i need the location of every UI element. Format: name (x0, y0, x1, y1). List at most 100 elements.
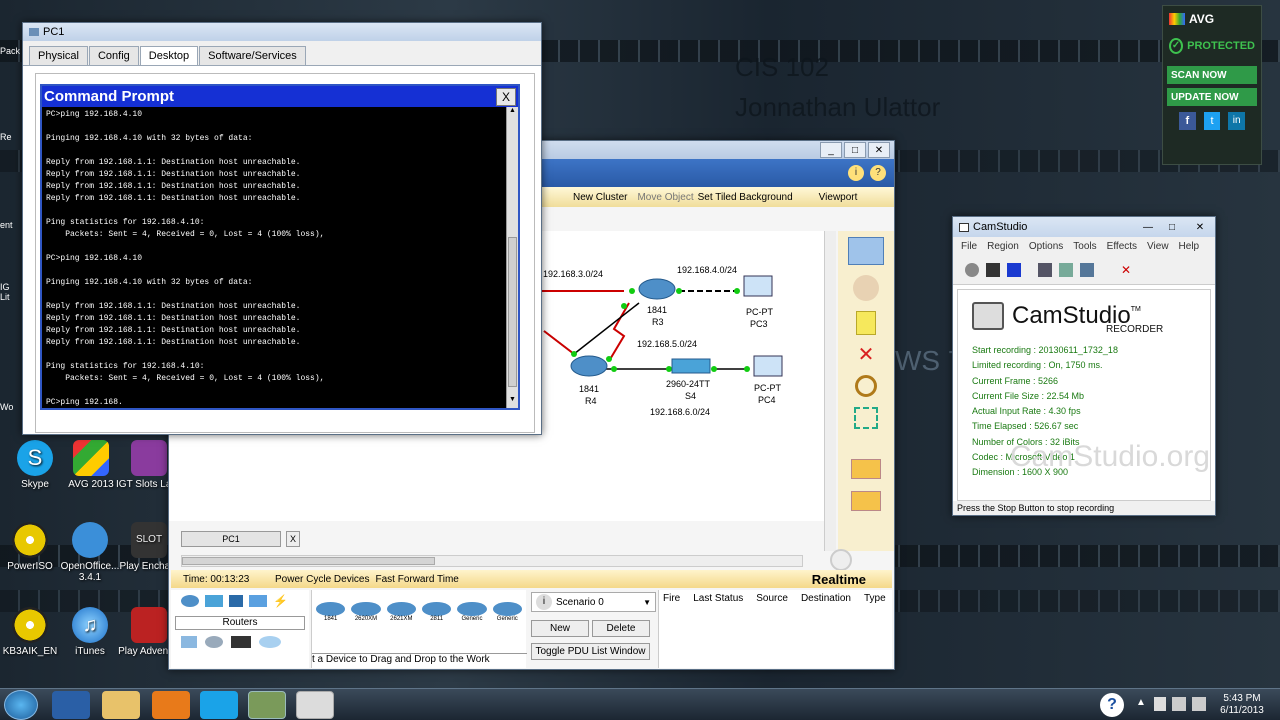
custom-icon[interactable] (231, 636, 251, 648)
device-name-label: R3 (652, 317, 664, 327)
cloud-icon[interactable] (259, 636, 281, 648)
packet-tracer-taskbar-icon[interactable] (248, 691, 286, 719)
scroll-thumb[interactable] (182, 557, 435, 565)
stop-icon[interactable] (1007, 262, 1021, 277)
maximize-button[interactable]: □ (1161, 220, 1183, 234)
close-button[interactable]: ✕ (1185, 220, 1215, 234)
port-light (676, 288, 682, 294)
tab-software-services[interactable]: Software/Services (199, 46, 306, 65)
tab-physical[interactable]: Physical (29, 46, 88, 65)
router-model-1841[interactable]: 1841 (316, 602, 346, 622)
start-button[interactable] (4, 690, 38, 720)
add-simple-pdu-icon[interactable] (851, 459, 881, 479)
scan-now-button[interactable]: SCAN NOW (1167, 66, 1257, 84)
close-button[interactable]: ✕ (868, 142, 890, 158)
fast-forward-button[interactable]: Fast Forward Time (375, 574, 458, 585)
volume-icon[interactable] (1192, 697, 1206, 711)
scroll-down-icon[interactable]: ▼ (507, 396, 518, 408)
tab-desktop[interactable]: Desktop (139, 46, 199, 65)
router-category-icon[interactable] (181, 595, 199, 607)
menu-options[interactable]: Options (1029, 241, 1063, 252)
cmd-scrollbar[interactable]: ▲ ▼ (506, 107, 518, 408)
swf-icon[interactable] (1080, 262, 1094, 277)
new-scenario-button[interactable]: New (531, 620, 589, 637)
device-models-panel: 1841 2620XM 2621XM 2811 Generic Generic … (311, 590, 527, 668)
power-cycle-button[interactable]: Power Cycle Devices (275, 574, 369, 585)
info-icon[interactable]: i (848, 165, 864, 181)
camstudio-taskbar-icon[interactable] (296, 691, 334, 719)
ie-icon[interactable] (52, 691, 90, 719)
task-tab-close[interactable]: X (286, 531, 301, 547)
minimize-button[interactable]: _ (820, 142, 842, 158)
skype-taskbar-icon[interactable] (200, 691, 238, 719)
pause-icon[interactable] (986, 262, 1000, 277)
update-now-button[interactable]: UPDATE NOW (1167, 88, 1257, 106)
realtime-label[interactable]: Realtime (812, 572, 866, 587)
options-icon[interactable] (1059, 262, 1073, 277)
scroll-thumb[interactable] (508, 237, 517, 387)
connections-category-icon[interactable]: ⚡ (273, 595, 291, 607)
select-tool-icon[interactable] (848, 237, 884, 265)
viewport-button[interactable]: Viewport (819, 192, 858, 203)
cmd-line: Reply from 192.168.1.1: Destination host… (46, 182, 301, 191)
linkedin-icon[interactable]: in (1228, 112, 1246, 130)
router-model-2811[interactable]: 2811 (421, 602, 452, 622)
menu-help[interactable]: Help (1179, 241, 1200, 252)
router-model-2620xm[interactable]: 2620XM (351, 602, 381, 622)
record-icon[interactable] (965, 262, 979, 277)
realtime-clock-icon[interactable] (830, 549, 852, 571)
delete-scenario-button[interactable]: Delete (592, 620, 650, 637)
network-icon[interactable] (1172, 697, 1186, 711)
cmd-close-button[interactable]: X (496, 87, 516, 106)
task-tab-pc1[interactable]: PC1 (181, 531, 281, 547)
delete-tool-icon[interactable]: ✕ (856, 345, 876, 365)
router-model-generic[interactable]: Generic (492, 602, 522, 622)
hub-category-icon[interactable] (229, 595, 243, 607)
menu-file[interactable]: File (961, 241, 977, 252)
cmd-line (46, 265, 504, 277)
cmd-line (46, 241, 504, 253)
scenario-select[interactable]: i Scenario 0 ▼ (531, 592, 656, 612)
menu-region[interactable]: Region (987, 241, 1019, 252)
clock-time: 5:43 PM (1223, 693, 1261, 704)
scroll-up-icon[interactable]: ▲ (507, 107, 518, 119)
tab-config[interactable]: Config (88, 46, 139, 65)
workspace-hscroll[interactable] (181, 555, 803, 567)
maximize-button[interactable]: □ (844, 142, 866, 158)
toggle-pdu-button[interactable]: Toggle PDU List Window (531, 643, 650, 660)
help-icon[interactable]: ? (1100, 693, 1124, 717)
workspace-vscroll[interactable] (824, 231, 836, 551)
add-complex-pdu-icon[interactable] (851, 491, 881, 511)
clock[interactable]: 5:43 PM 6/11/2013 (1212, 693, 1272, 717)
new-cluster-button[interactable]: New Cluster (573, 192, 627, 203)
minimize-button[interactable]: — (1137, 220, 1159, 234)
explorer-icon[interactable] (102, 691, 140, 719)
desktop-edge-label: ent (0, 220, 13, 230)
note-tool-icon[interactable] (856, 311, 876, 335)
set-tiled-background-button[interactable]: Set Tiled Background (698, 192, 793, 203)
cmd-output[interactable]: PC>ping 192.168.4.10 Pinging 192.168.4.1… (42, 107, 508, 408)
menu-tools[interactable]: Tools (1073, 241, 1096, 252)
twitter-icon[interactable]: t (1203, 112, 1221, 130)
tray-expand-icon[interactable]: ▲ (1136, 697, 1146, 708)
media-player-icon[interactable] (152, 691, 190, 719)
wan-icon[interactable] (205, 636, 223, 648)
help-icon[interactable]: ? (870, 165, 886, 181)
switch-category-icon[interactable] (205, 595, 223, 607)
resize-tool-icon[interactable] (854, 407, 878, 429)
inspect-tool-icon[interactable] (855, 375, 877, 397)
facebook-icon[interactable]: f (1179, 112, 1196, 130)
wireless-category-icon[interactable] (249, 595, 267, 607)
menu-effects[interactable]: Effects (1107, 241, 1137, 252)
annotate-icon[interactable]: ✕ (1121, 263, 1135, 277)
region-icon[interactable] (1038, 262, 1052, 277)
camstudio-titlebar: CamStudio — □ ✕ (953, 217, 1215, 237)
router-model-generic[interactable]: Generic (457, 602, 487, 622)
camstudio-statusbar: Press the Stop Button to stop recording (953, 501, 1215, 515)
enddevice-icon[interactable] (181, 636, 197, 648)
router-model-2621xm[interactable]: 2621XM (386, 602, 416, 622)
menu-view[interactable]: View (1147, 241, 1169, 252)
flag-icon[interactable] (1154, 697, 1166, 711)
move-tool-icon[interactable] (853, 275, 879, 301)
move-object-button[interactable]: Move Object (637, 192, 693, 203)
